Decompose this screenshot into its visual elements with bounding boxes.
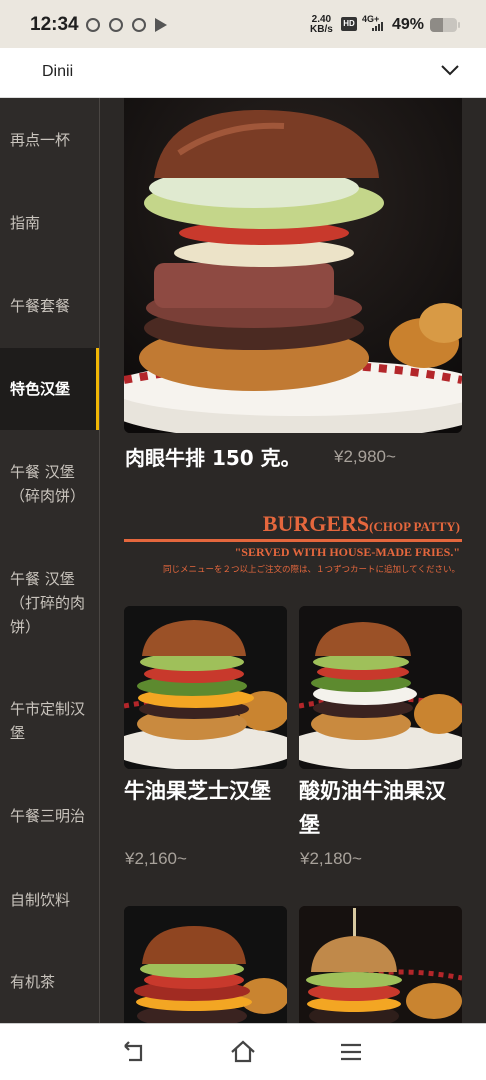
avocado-cheese-burger-photo: [124, 606, 287, 769]
play-store-icon: [155, 18, 167, 32]
status-time: 12:34: [30, 14, 79, 35]
chrome-icon: [86, 18, 100, 32]
skewered-burger-photo: [299, 906, 462, 1023]
sidebar-item-organic-tea[interactable]: 有机茶: [0, 970, 99, 994]
network-speed: 2.40 KB/s: [310, 14, 333, 35]
sidebar-item-guide[interactable]: 指南: [0, 211, 99, 235]
hd-icon: HD: [341, 17, 357, 31]
sidebar-item-lunch-burger-smashed[interactable]: 午餐 汉堡（打碎的肉饼）: [0, 567, 99, 639]
menu-item-image[interactable]: [124, 606, 287, 769]
sidebar-item-lunch-burger-chopped[interactable]: 午餐 汉堡（碎肉饼）: [0, 460, 99, 508]
system-nav-bar: [0, 1023, 486, 1080]
home-icon[interactable]: [229, 1038, 257, 1066]
divider: [124, 539, 462, 542]
sidebar-item-reorder[interactable]: 再点一杯: [0, 128, 99, 152]
status-bar: 12:34 2.40 KB/s HD 4G+ 49%: [0, 0, 486, 48]
battery-icon: [430, 18, 457, 32]
app-header: Dinii: [0, 48, 486, 98]
signal-icon: [372, 22, 383, 31]
menu-content: 肉眼牛排 150 克。 ¥2,980~ BURGERS(CHOP PATTY) …: [100, 98, 486, 1023]
featured-item-image[interactable]: [124, 98, 462, 433]
steak-burger-photo: [124, 98, 462, 433]
notification-icons: [86, 18, 167, 32]
burgers-section-banner: BURGERS(CHOP PATTY) "SERVED WITH HOUSE-M…: [124, 508, 462, 578]
sidebar-item-special-burgers[interactable]: 特色汉堡: [0, 348, 99, 430]
battery-tip: [458, 22, 460, 28]
sour-cream-avocado-burger-photo: [299, 606, 462, 769]
battery-percent: 49%: [392, 16, 425, 33]
alert-icon: [109, 18, 123, 32]
back-icon[interactable]: [121, 1038, 149, 1066]
menu-item-image[interactable]: [124, 906, 287, 1023]
category-sidebar: 再点一杯 指南 午餐套餐 特色汉堡 午餐 汉堡（碎肉饼） 午餐 汉堡（打碎的肉饼…: [0, 98, 100, 1023]
bacon-burger-photo: [124, 906, 287, 1023]
featured-item-name[interactable]: 肉眼牛排 150 克。: [125, 442, 301, 471]
menu-item-name[interactable]: 酸奶油牛油果汉堡: [299, 774, 464, 842]
section-title: BURGERS(CHOP PATTY): [262, 511, 460, 536]
menu-item-image[interactable]: [299, 906, 462, 1023]
section-note: 同じメニューを２つ以上ご注文の際は、１つずつカートに追加してください。: [163, 565, 460, 575]
sidebar-item-homemade-drinks[interactable]: 自制饮料: [0, 888, 99, 912]
featured-item-price: ¥2,980~: [334, 447, 396, 466]
section-subtitle: "SERVED WITH HOUSE-MADE FRIES.": [234, 545, 460, 559]
menu-item-image[interactable]: [299, 606, 462, 769]
menu-item-price: ¥2,180~: [300, 849, 362, 868]
line-icon: [132, 18, 146, 32]
sidebar-item-lunch-set[interactable]: 午餐套餐: [0, 294, 99, 318]
sidebar-item-lunch-sandwich[interactable]: 午餐三明治: [0, 804, 99, 828]
sidebar-item-custom-burger[interactable]: 午市定制汉堡: [0, 697, 99, 745]
menu-item-name[interactable]: 牛油果芝士汉堡: [124, 774, 289, 808]
menu-icon[interactable]: [337, 1038, 365, 1066]
shop-title: Dinii: [42, 63, 74, 80]
chevron-down-icon[interactable]: [440, 60, 460, 80]
menu-item-price: ¥2,160~: [125, 849, 187, 868]
